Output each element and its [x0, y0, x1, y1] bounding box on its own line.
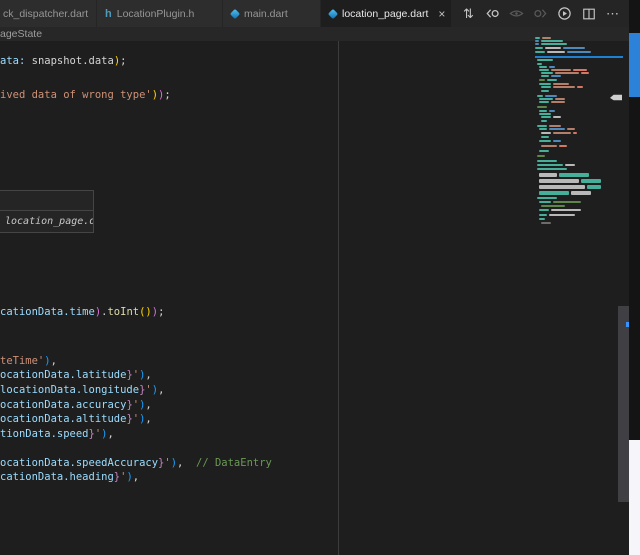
- minimap-current-line-highlight: [535, 56, 623, 58]
- code-line: ocationData.latitude}'),: [0, 369, 152, 382]
- scrollbar-slider[interactable]: [618, 306, 629, 502]
- code-line: ived data of wrong type'));: [0, 89, 171, 102]
- vertical-scrollbar[interactable]: [618, 41, 629, 555]
- background-desktop-strip: [629, 0, 640, 555]
- background-window-white: [629, 440, 640, 555]
- file-path-tooltip: location_page.dart: [0, 190, 94, 233]
- vscode-window: ck_dispatcher.dart h LocationPlugin.h ma…: [0, 0, 640, 555]
- code-line: teTime'),: [0, 355, 57, 368]
- code-line: ata: snapshot.data);: [0, 55, 126, 68]
- code-editor[interactable]: ata: snapshot.data); ived data of wrong t…: [0, 0, 535, 555]
- editor-ruler: [338, 41, 339, 555]
- code-line: locationData.longitude}'),: [0, 384, 164, 397]
- minimap[interactable]: [535, 0, 623, 555]
- background-window-blue: [629, 33, 640, 97]
- code-line: ocationData.speedAccuracy}'), // DataEnt…: [0, 457, 272, 470]
- code-line: cationData.heading}'),: [0, 471, 139, 484]
- code-line: ocationData.accuracy}'),: [0, 399, 152, 412]
- tooltip-file-name: location_page.dart: [0, 211, 93, 227]
- code-line: cationData.time).toInt());: [0, 306, 164, 319]
- tooltip-upper-section: [0, 191, 93, 211]
- code-line: ocationData.altitude}'),: [0, 413, 152, 426]
- code-line: tionData.speed}'),: [0, 428, 114, 441]
